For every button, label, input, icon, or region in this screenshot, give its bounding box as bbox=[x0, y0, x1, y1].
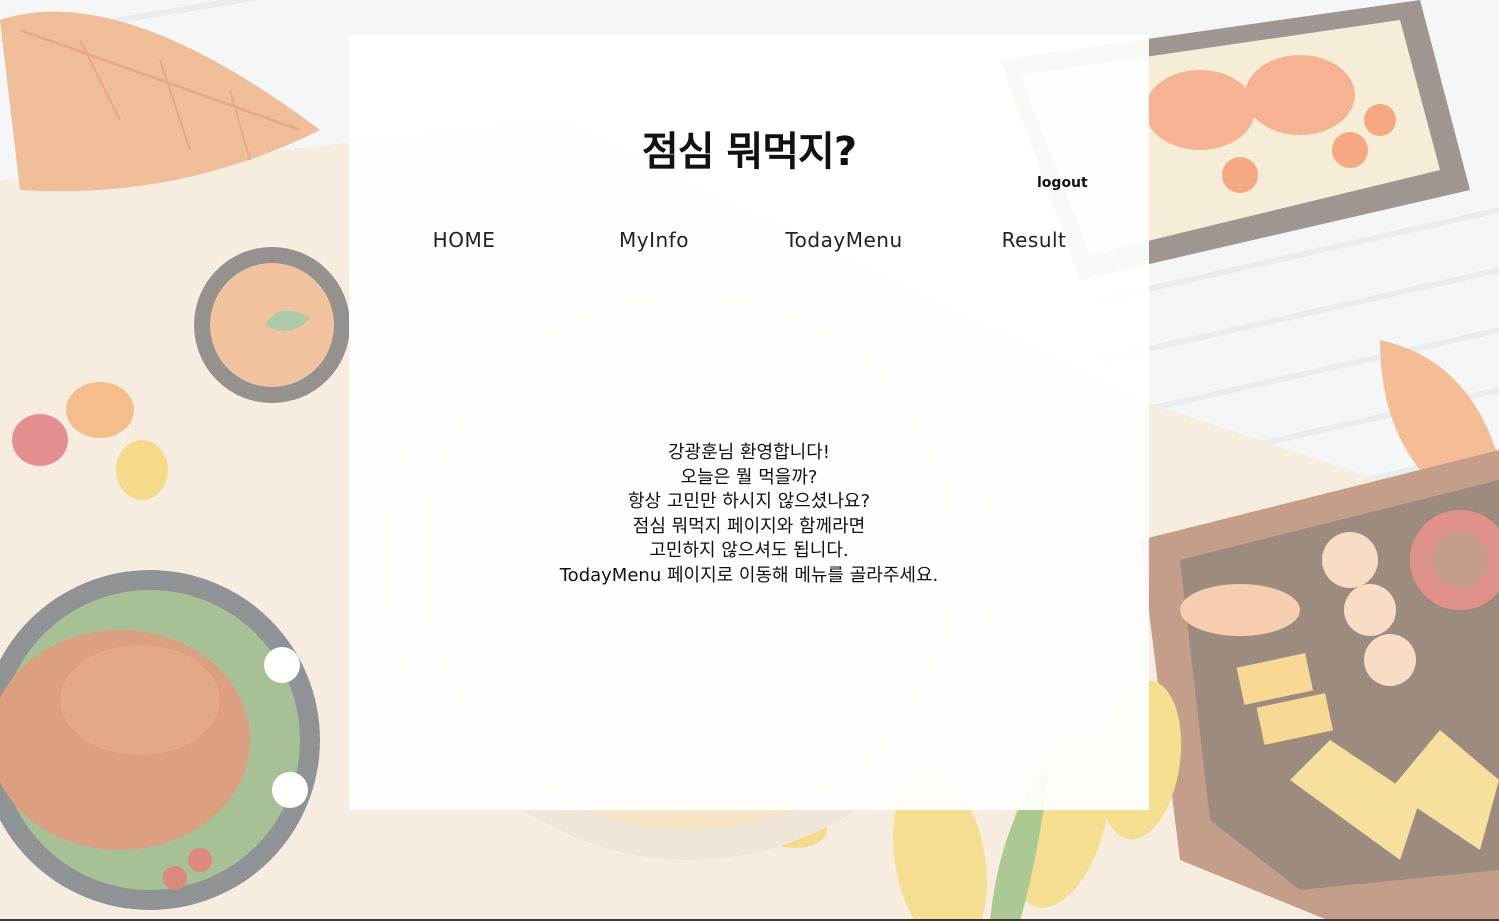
welcome-line: 점심 뭐먹지 페이지와 함께라면 bbox=[632, 515, 866, 537]
nav-item-result[interactable]: Result bbox=[939, 228, 1129, 254]
nav-item-home[interactable]: HOME bbox=[369, 228, 559, 254]
nav-item-myinfo[interactable]: MyInfo bbox=[559, 228, 749, 254]
main-nav: HOME MyInfo TodayMenu Result bbox=[369, 228, 1129, 254]
nav-item-todaymenu[interactable]: TodayMenu bbox=[749, 228, 939, 254]
welcome-line: 항상 고민만 하시지 않으셨나요? bbox=[628, 491, 870, 512]
welcome-message: 강광훈님 환영합니다! 오늘은 뭘 먹을까? 항상 고민만 하시지 않으셨나요?… bbox=[349, 441, 1149, 588]
welcome-line: TodayMenu 페이지로 이동해 메뉴를 골라주세요. bbox=[559, 564, 939, 586]
page-title: 점심 뭐먹지? bbox=[641, 129, 857, 175]
main-content-panel: 점심 뭐먹지? logout HOME MyInfo TodayMenu Res… bbox=[349, 35, 1149, 810]
logout-link[interactable]: logout bbox=[1037, 175, 1088, 191]
welcome-line: 강광훈님 환영합니다! bbox=[668, 442, 830, 463]
welcome-line: 오늘은 뭘 먹을까? bbox=[680, 466, 818, 488]
welcome-line: 고민하지 않으셔도 됩니다. bbox=[649, 540, 849, 561]
